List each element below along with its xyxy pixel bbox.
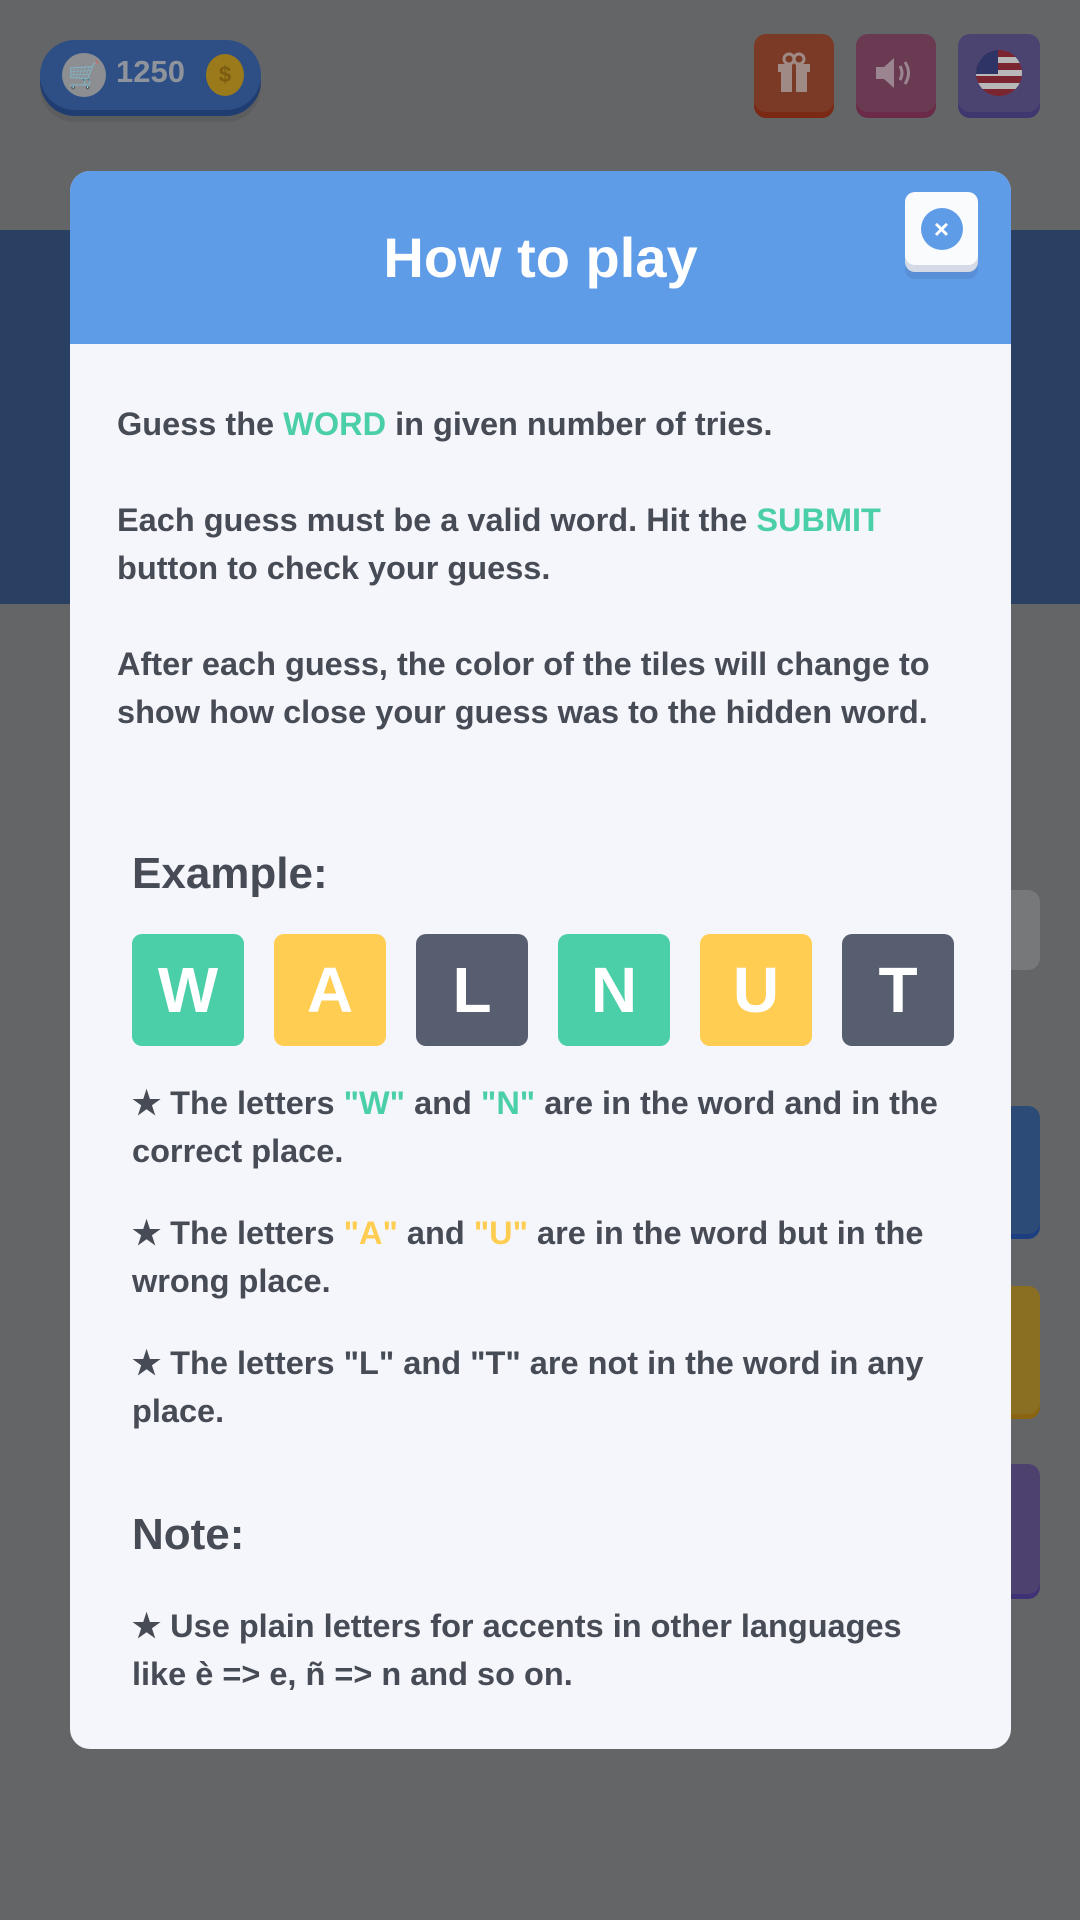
language-button[interactable]: [958, 34, 1040, 112]
rule-bullet: ★ The letters "W" and "N" are in the wor…: [132, 1079, 971, 1175]
text-segment: ★ The letters: [132, 1345, 344, 1381]
speaker-icon: [876, 58, 910, 88]
letter-tile: T: [842, 934, 954, 1046]
intro-paragraph: After each guess, the color of the tiles…: [117, 640, 951, 736]
text-segment: and: [397, 1215, 474, 1251]
highlight-text: WORD: [283, 406, 387, 442]
coin-balance-button[interactable]: 🛒 1250 $: [40, 40, 261, 110]
letter-tile: L: [416, 934, 528, 1046]
highlight-text: SUBMIT: [756, 502, 881, 538]
highlight-text: "A": [343, 1215, 398, 1251]
modal-title: How to play: [383, 226, 698, 289]
text-segment: Each guess must be a valid word. Hit the: [117, 502, 757, 538]
intro-paragraph: Guess the WORD in given number of tries.: [117, 400, 971, 448]
text-segment: button to check your guess.: [117, 550, 551, 586]
text-segment: and: [394, 1345, 471, 1381]
text-segment: and: [405, 1085, 481, 1121]
cart-icon: 🛒: [62, 53, 106, 97]
close-icon: ×: [920, 207, 963, 250]
text-segment: ★ The letters: [132, 1085, 344, 1121]
modal-header: How to play ×: [70, 171, 1011, 344]
example-heading: Example:: [132, 849, 328, 898]
text-segment: Guess the: [117, 406, 284, 442]
close-button[interactable]: ×: [905, 192, 978, 265]
example-tiles: WALNUT: [132, 934, 954, 1046]
letter-tile: U: [700, 934, 812, 1046]
text-segment: in given number of tries.: [386, 406, 773, 442]
coin-count: 1250: [116, 54, 185, 89]
coin-icon: $: [206, 54, 244, 96]
text-segment: "L": [343, 1345, 395, 1381]
how-to-play-modal: How to play × Guess the WORD in given nu…: [70, 171, 1011, 1749]
letter-tile: N: [558, 934, 670, 1046]
text-segment: "T": [470, 1345, 521, 1381]
gift-button[interactable]: [754, 34, 834, 112]
note-text: ★ Use plain letters for accents in other…: [132, 1608, 902, 1692]
highlight-text: "U": [473, 1215, 528, 1251]
highlight-text: "W": [343, 1085, 406, 1121]
gift-icon: [778, 52, 810, 92]
rule-bullet: ★ The letters "L" and "T" are not in the…: [132, 1339, 971, 1435]
letter-tile: W: [132, 934, 244, 1046]
text-segment: After each guess, the color of the tiles…: [117, 646, 930, 730]
highlight-text: "N": [480, 1085, 536, 1121]
letter-tile: A: [274, 934, 386, 1046]
sound-button[interactable]: [856, 34, 936, 112]
text-segment: ★ The letters: [132, 1215, 344, 1251]
us-flag-icon: [976, 50, 1022, 96]
intro-paragraph: Each guess must be a valid word. Hit the…: [117, 496, 951, 592]
rule-bullet: ★ The letters "A" and "U" are in the wor…: [132, 1209, 971, 1305]
note-heading: Note:: [132, 1510, 245, 1559]
